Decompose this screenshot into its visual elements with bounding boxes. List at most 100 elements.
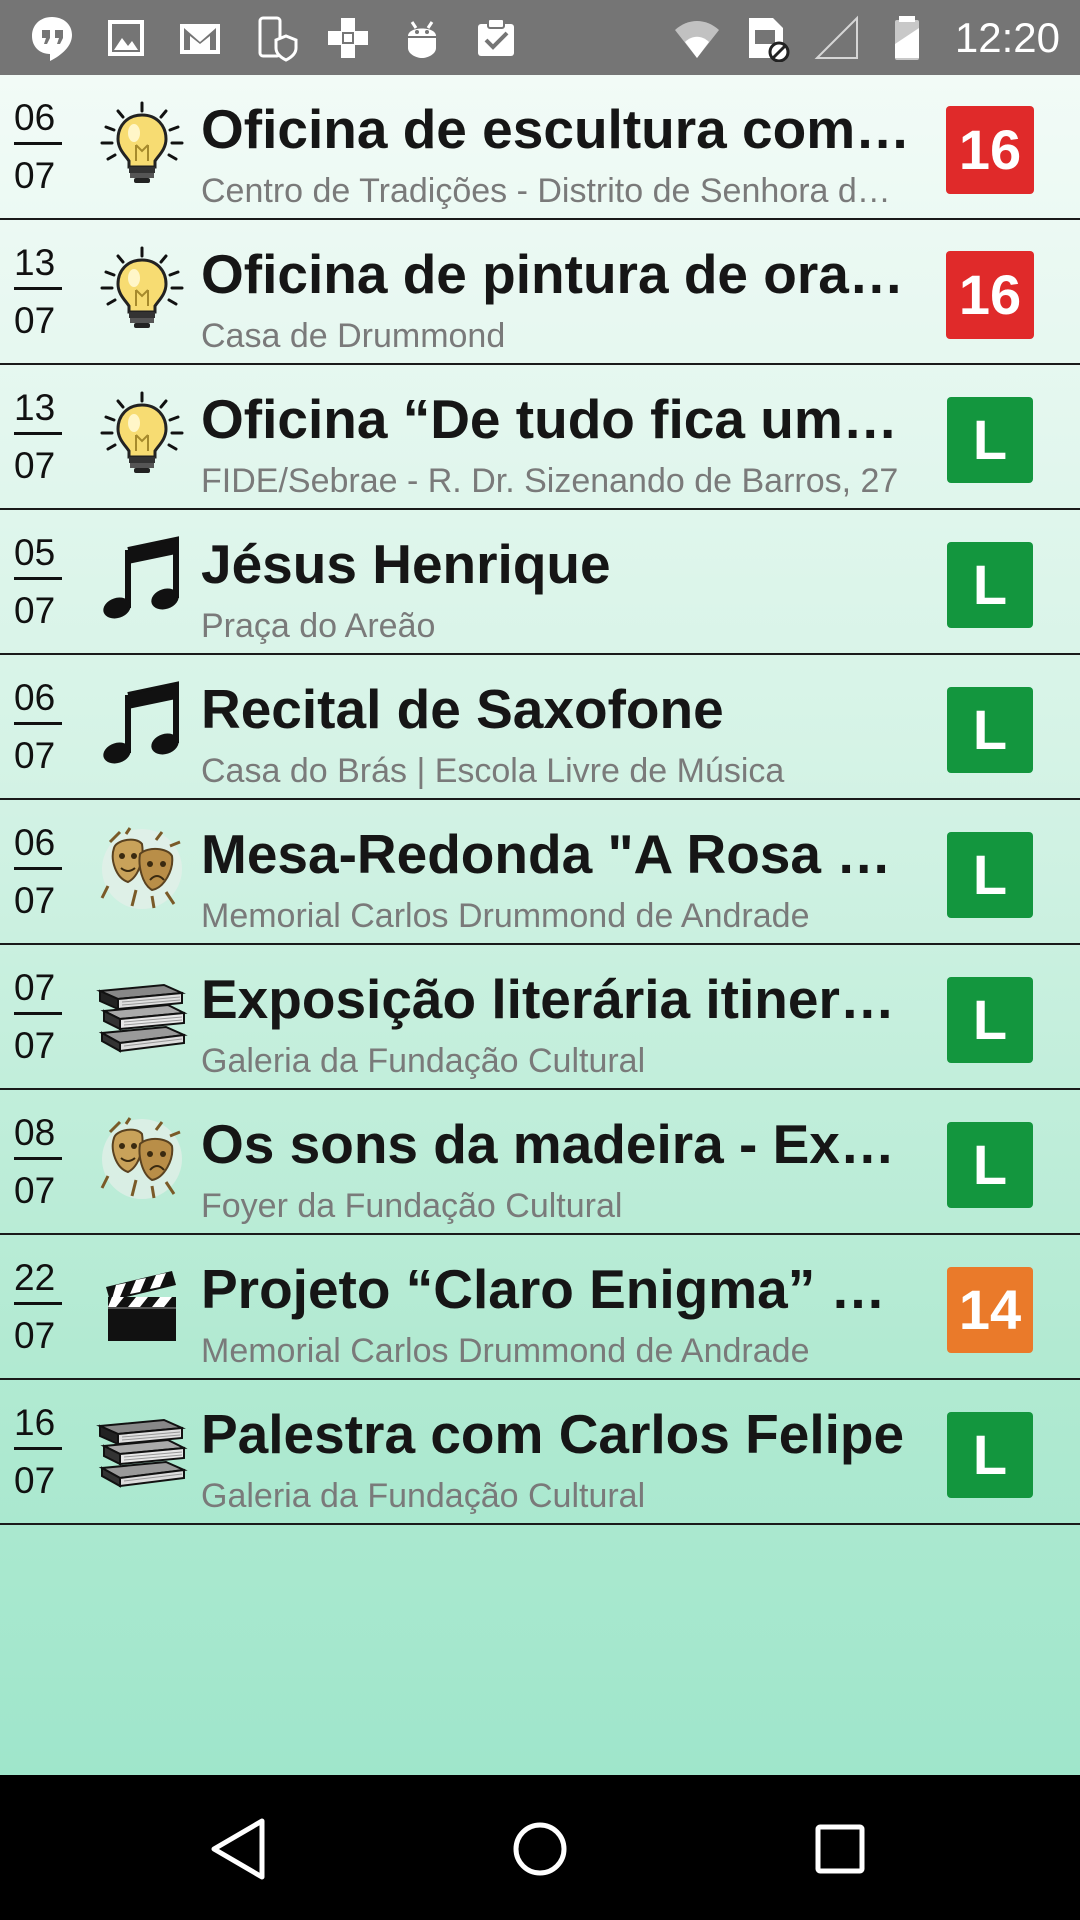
event-venue: Casa do Brás | Escola Livre de Música <box>201 752 785 790</box>
event-date: 07 07 <box>14 967 64 1067</box>
hangouts-icon <box>28 14 76 62</box>
phone-shield-icon <box>250 14 298 62</box>
event-month: 07 <box>14 590 56 631</box>
event-date: 22 07 <box>14 1257 64 1357</box>
event-date: 05 07 <box>14 532 64 632</box>
event-date: 06 07 <box>14 677 64 777</box>
age-rating-badge: L <box>947 1412 1033 1498</box>
clapperboard-icon <box>96 1261 188 1347</box>
gallery-icon <box>102 14 150 62</box>
event-title: Oficina de escultura com … <box>201 98 911 160</box>
event-title: Mesa-Redonda "A Rosa d… <box>201 823 911 885</box>
age-rating-badge: L <box>947 687 1033 773</box>
recents-icon <box>815 1824 865 1874</box>
list-item[interactable]: 13 07 Oficina “De tudo fica um p… FIDE/S… <box>0 365 1080 510</box>
clock: 12:20 <box>954 14 1060 61</box>
event-date: 16 07 <box>14 1402 64 1502</box>
list-item[interactable]: 05 07 Jésus Henrique Praça do Areão L <box>0 510 1080 655</box>
home-button[interactable] <box>500 1809 580 1889</box>
back-button[interactable] <box>200 1809 280 1889</box>
event-title: Jésus Henrique <box>201 533 611 595</box>
list-item[interactable]: 06 07 Oficina de escultura com … Centro … <box>0 75 1080 220</box>
home-icon <box>513 1822 567 1876</box>
clipboard-check-icon <box>472 14 520 62</box>
event-day: 13 <box>14 242 62 290</box>
books-icon <box>96 1406 188 1492</box>
event-title: Recital de Saxofone <box>201 678 724 740</box>
event-venue: FIDE/Sebrae - R. Dr. Sizenando de Barros… <box>201 462 899 500</box>
music-note-icon <box>96 536 188 622</box>
age-rating-badge: L <box>947 832 1033 918</box>
list-item[interactable]: 06 07 Recital de Saxofone Casa do Brás |… <box>0 655 1080 800</box>
age-rating-badge: L <box>947 397 1033 483</box>
event-day: 05 <box>14 532 62 580</box>
navigation-bar <box>0 1775 1080 1920</box>
event-venue: Centro de Tradições - Distrito de Senhor… <box>201 172 891 210</box>
age-rating-badge: L <box>947 977 1033 1063</box>
event-month: 07 <box>14 1025 56 1066</box>
event-day: 06 <box>14 822 62 870</box>
event-month: 07 <box>14 1315 56 1356</box>
event-title: Projeto “Claro Enigma” – … <box>201 1258 911 1320</box>
event-date: 13 07 <box>14 387 64 487</box>
event-date: 06 07 <box>14 822 64 922</box>
event-day: 08 <box>14 1112 62 1160</box>
back-icon <box>211 1818 265 1880</box>
event-date: 08 07 <box>14 1112 64 1212</box>
list-item[interactable]: 08 07 Os sons da madeira - Exp… Foyer da… <box>0 1090 1080 1235</box>
battery-icon <box>883 14 931 62</box>
event-month: 07 <box>14 300 56 341</box>
event-list[interactable]: 06 07 Oficina de escultura com … Centro … <box>0 75 1080 1775</box>
event-venue: Galeria da Fundação Cultural <box>201 1042 646 1080</box>
event-title: Exposição literária itinera… <box>201 968 911 1030</box>
wifi-icon <box>673 14 721 62</box>
age-rating-badge: 14 <box>947 1267 1033 1353</box>
list-item[interactable]: 22 07 Projeto “Claro Enigma” – … Memoria… <box>0 1235 1080 1380</box>
event-month: 07 <box>14 1460 56 1501</box>
event-day: 13 <box>14 387 62 435</box>
event-date: 13 07 <box>14 242 64 342</box>
event-venue: Foyer da Fundação Cultural <box>201 1187 623 1225</box>
event-venue: Casa de Drummond <box>201 317 506 355</box>
age-rating-badge: L <box>947 542 1033 628</box>
lightbulb-icon <box>96 246 188 332</box>
event-day: 07 <box>14 967 62 1015</box>
music-note-icon <box>96 681 188 767</box>
sim-blocked-icon <box>743 14 791 62</box>
event-day: 22 <box>14 1257 62 1305</box>
event-title: Os sons da madeira - Exp… <box>201 1113 911 1175</box>
plus-cross-icon <box>324 14 372 62</box>
theater-masks-icon <box>96 826 188 912</box>
event-title: Oficina “De tudo fica um p… <box>201 388 911 450</box>
event-date: 06 07 <box>14 97 64 197</box>
event-venue: Memorial Carlos Drummond de Andrade <box>201 1332 810 1370</box>
event-title: Oficina de pintura de orat… <box>201 243 911 305</box>
lightbulb-icon <box>96 391 188 477</box>
event-day: 06 <box>14 677 62 725</box>
event-month: 07 <box>14 1170 56 1211</box>
status-bar: 12:20 <box>0 0 1080 75</box>
list-item[interactable]: 07 07 Exposição literária itinera… Galer… <box>0 945 1080 1090</box>
event-title: Palestra com Carlos Felipe <box>201 1403 905 1465</box>
recents-button[interactable] <box>800 1809 880 1889</box>
list-item[interactable]: 13 07 Oficina de pintura de orat… Casa d… <box>0 220 1080 365</box>
signal-icon <box>813 14 861 62</box>
android-icon <box>398 14 446 62</box>
event-day: 16 <box>14 1402 62 1450</box>
event-month: 07 <box>14 735 56 776</box>
age-rating-badge: 16 <box>946 106 1034 194</box>
age-rating-badge: 16 <box>946 251 1034 339</box>
event-month: 07 <box>14 155 56 196</box>
event-month: 07 <box>14 880 56 921</box>
theater-masks-icon <box>96 1116 188 1202</box>
lightbulb-icon <box>96 101 188 187</box>
event-venue: Galeria da Fundação Cultural <box>201 1477 646 1515</box>
event-month: 07 <box>14 445 56 486</box>
list-item[interactable]: 06 07 Mesa-Redonda "A Rosa d… Memorial C… <box>0 800 1080 945</box>
event-venue: Praça do Areão <box>201 607 436 645</box>
list-item[interactable]: 16 07 Palestra com Carlos Felipe Galeria… <box>0 1380 1080 1525</box>
event-venue: Memorial Carlos Drummond de Andrade <box>201 897 810 935</box>
age-rating-badge: L <box>947 1122 1033 1208</box>
books-icon <box>96 971 188 1057</box>
gmail-icon <box>176 14 224 62</box>
